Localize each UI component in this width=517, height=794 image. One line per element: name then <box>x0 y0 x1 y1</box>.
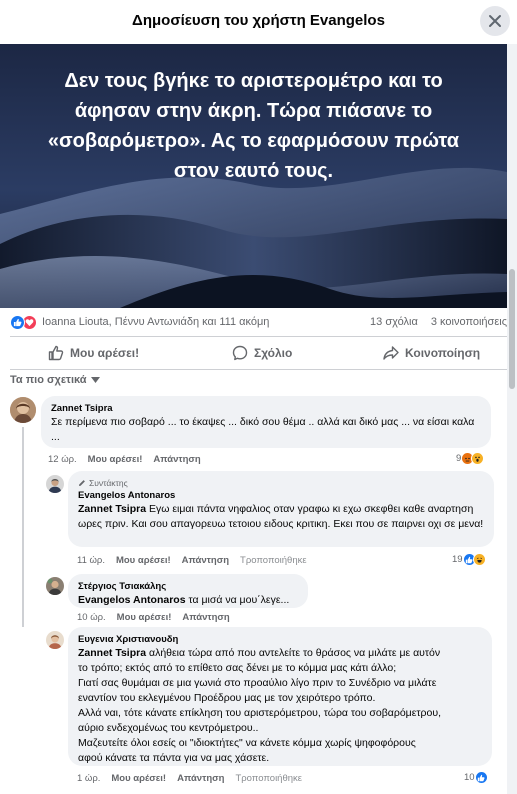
avatar-photo <box>46 475 64 493</box>
comment-mention[interactable]: Evangelos Antonaros <box>78 594 186 606</box>
comment-body: τα μισά να μου΄λεγε... <box>185 594 290 606</box>
comment-reactions[interactable]: 10 <box>464 771 488 784</box>
comment-button[interactable]: Σχόλιο <box>232 341 292 365</box>
avatar[interactable] <box>46 631 64 649</box>
comment-time[interactable]: 10 ώρ. <box>77 612 106 623</box>
avatar-photo <box>46 631 64 649</box>
comment-meta: 11 ώρ. Μου αρέσει! Απάντηση Τροποποιήθηκ… <box>77 555 318 566</box>
comment-meta: 10 ώρ. Μου αρέσει! Απάντηση <box>77 612 241 623</box>
scrollbar-thumb[interactable] <box>509 269 515 389</box>
comment-reactions[interactable]: 19 <box>452 553 486 566</box>
reaction-names[interactable]: Ioanna Liouta, Πέννυ Αντωνιάδη και 111 α… <box>42 316 269 328</box>
post-actions: Μου αρέσει! Σχόλιο Κοινοποίηση <box>10 341 507 365</box>
comment-time[interactable]: 12 ώρ. <box>48 454 77 465</box>
haha-icon <box>472 553 486 566</box>
close-icon <box>489 15 501 27</box>
avatar[interactable] <box>10 397 36 423</box>
comment-text: Zannet Tsipra Εγω ειμαι πάντα νηφαλιος ο… <box>78 502 484 532</box>
comment-line: Μαζευτείτε όλοι εσείς οι "ιδιοκτήτες" να… <box>78 737 416 749</box>
comment-time[interactable]: 11 ώρ. <box>77 555 105 566</box>
comment-like-button[interactable]: Μου αρέσει! <box>88 454 143 465</box>
comment-bubble: Στέργιος Τσιακάλης Evangelos Antonaros τ… <box>68 574 308 608</box>
share-icon <box>383 346 399 360</box>
comment-line: αφού κάνατε τα πάντα για να μας χάσετε. <box>78 752 270 764</box>
comment-reaction-count: 19 <box>452 554 463 565</box>
comment-icon <box>232 345 248 361</box>
comment-mention[interactable]: Zannet Tsipra <box>78 647 146 659</box>
comment-bubble: Ευγενια Χριστιανουδη Zannet Tsipra αλήθε… <box>68 627 492 766</box>
post-counts: 13 σχόλια 3 κοινοποιήσεις <box>360 316 507 328</box>
chevron-down-icon <box>90 377 100 383</box>
comment-mention[interactable]: Zannet Tsipra <box>78 503 146 515</box>
divider <box>10 336 507 337</box>
comments-count[interactable]: 13 σχόλια <box>370 316 418 328</box>
comment-line: Γιατί σας θυμάμαι σε μια γωνιά στο προαύ… <box>78 677 437 689</box>
comment-like-button[interactable]: Μου αρέσει! <box>117 612 172 623</box>
reactions-summary: Ioanna Liouta, Πέννυ Αντωνιάδη και 111 α… <box>10 313 507 333</box>
comment-text: Zannet Tsipra αλήθεια τώρα από που αντελ… <box>78 646 482 766</box>
comment-reaction-count: 10 <box>464 772 475 783</box>
close-button[interactable] <box>480 6 510 36</box>
thumbs-up-icon <box>48 345 64 361</box>
like-icon <box>10 315 25 330</box>
comment-sort-dropdown[interactable]: Τα πιο σχετικά <box>10 374 100 386</box>
reply-thread-line <box>22 427 24 627</box>
comment-author[interactable]: Zannet Tsipra <box>51 402 481 415</box>
comment-reply-button[interactable]: Απάντηση <box>153 454 200 465</box>
comment-line: εναντίον του εκλεγμένου Προέδρου μας με … <box>78 692 376 704</box>
share-button-label: Κοινοποίηση <box>405 346 481 360</box>
share-button[interactable]: Κοινοποίηση <box>383 341 480 365</box>
comment-line: Αλλά ναι, τότε κάνατε επίκληση του αριστ… <box>78 707 442 719</box>
sort-label: Τα πιο σχετικά <box>10 374 87 386</box>
divider <box>10 369 507 370</box>
dialog-header: Δημοσίευση του χρήστη Evangelos <box>0 0 517 44</box>
comment-author[interactable]: Evangelos Antonaros <box>78 489 484 502</box>
edited-label[interactable]: Τροποποιήθηκε <box>235 773 302 784</box>
author-badge-label: Συντάκτης <box>89 478 128 488</box>
avatar-photo <box>10 397 36 423</box>
scrollbar[interactable] <box>507 44 517 794</box>
comment-meta: 1 ώρ. Μου αρέσει! Απάντηση Τροποποιήθηκε <box>77 773 313 784</box>
like-icon <box>474 771 488 784</box>
comment-like-button[interactable]: Μου αρέσει! <box>111 773 166 784</box>
comment-reply-button[interactable]: Απάντηση <box>182 555 229 566</box>
comment-time[interactable]: 1 ώρ. <box>77 773 100 784</box>
comment-text: Evangelos Antonaros τα μισά να μου΄λεγε.… <box>78 593 298 608</box>
wow-icon <box>471 452 485 465</box>
like-button-label: Μου αρέσει! <box>70 346 140 360</box>
comment-line-text: αλήθεια τώρα από που αντελείτε το θράσος… <box>146 647 441 659</box>
post-image[interactable]: Δεν τους βγήκε το αριστερομέτρο και το ά… <box>0 44 507 308</box>
comment-bubble: Συντάκτης Evangelos Antonaros Zannet Tsi… <box>68 471 494 547</box>
reaction-icons[interactable] <box>10 315 40 331</box>
dialog-title: Δημοσίευση του χρήστη Evangelos <box>132 12 385 29</box>
avatar[interactable] <box>46 577 64 595</box>
comment-button-label: Σχόλιο <box>254 346 293 360</box>
comment-meta: 12 ώρ. Μου αρέσει! Απάντηση <box>48 454 212 465</box>
comment-reactions[interactable]: 9 <box>456 452 485 465</box>
comment-line: Zannet Tsipra αλήθεια τώρα από που αντελ… <box>78 646 482 661</box>
pencil-icon <box>79 480 85 486</box>
post-text: Δεν τους βγήκε το αριστερομέτρο και το ά… <box>47 70 460 182</box>
shares-count[interactable]: 3 κοινοποιήσεις <box>431 316 507 328</box>
edited-label[interactable]: Τροποποιήθηκε <box>240 555 307 566</box>
comment-text: Σε περίμενα πιο σοβαρό ... το έκαψες ...… <box>51 416 475 443</box>
comment-author[interactable]: Ευγενια Χριστιανουδη <box>78 633 482 646</box>
comment-author[interactable]: Στέργιος Τσιακάλης <box>78 580 298 593</box>
comment-reply-button[interactable]: Απάντηση <box>182 612 229 623</box>
comment-reply-button[interactable]: Απάντηση <box>177 773 224 784</box>
avatar[interactable] <box>46 475 64 493</box>
comment-like-button[interactable]: Μου αρέσει! <box>116 555 171 566</box>
comment-line: το τρόπο; εκτός από το επίθετο σας δένει… <box>78 662 397 674</box>
avatar-photo <box>46 577 64 595</box>
author-badge: Συντάκτης <box>78 477 484 489</box>
comment-line: αύριο ενδεχομένως του κεντρόμετρου.. <box>78 722 259 734</box>
like-button[interactable]: Μου αρέσει! <box>48 341 139 365</box>
comment-bubble: Zannet Tsipra Σε περίμενα πιο σοβαρό ...… <box>41 396 491 448</box>
